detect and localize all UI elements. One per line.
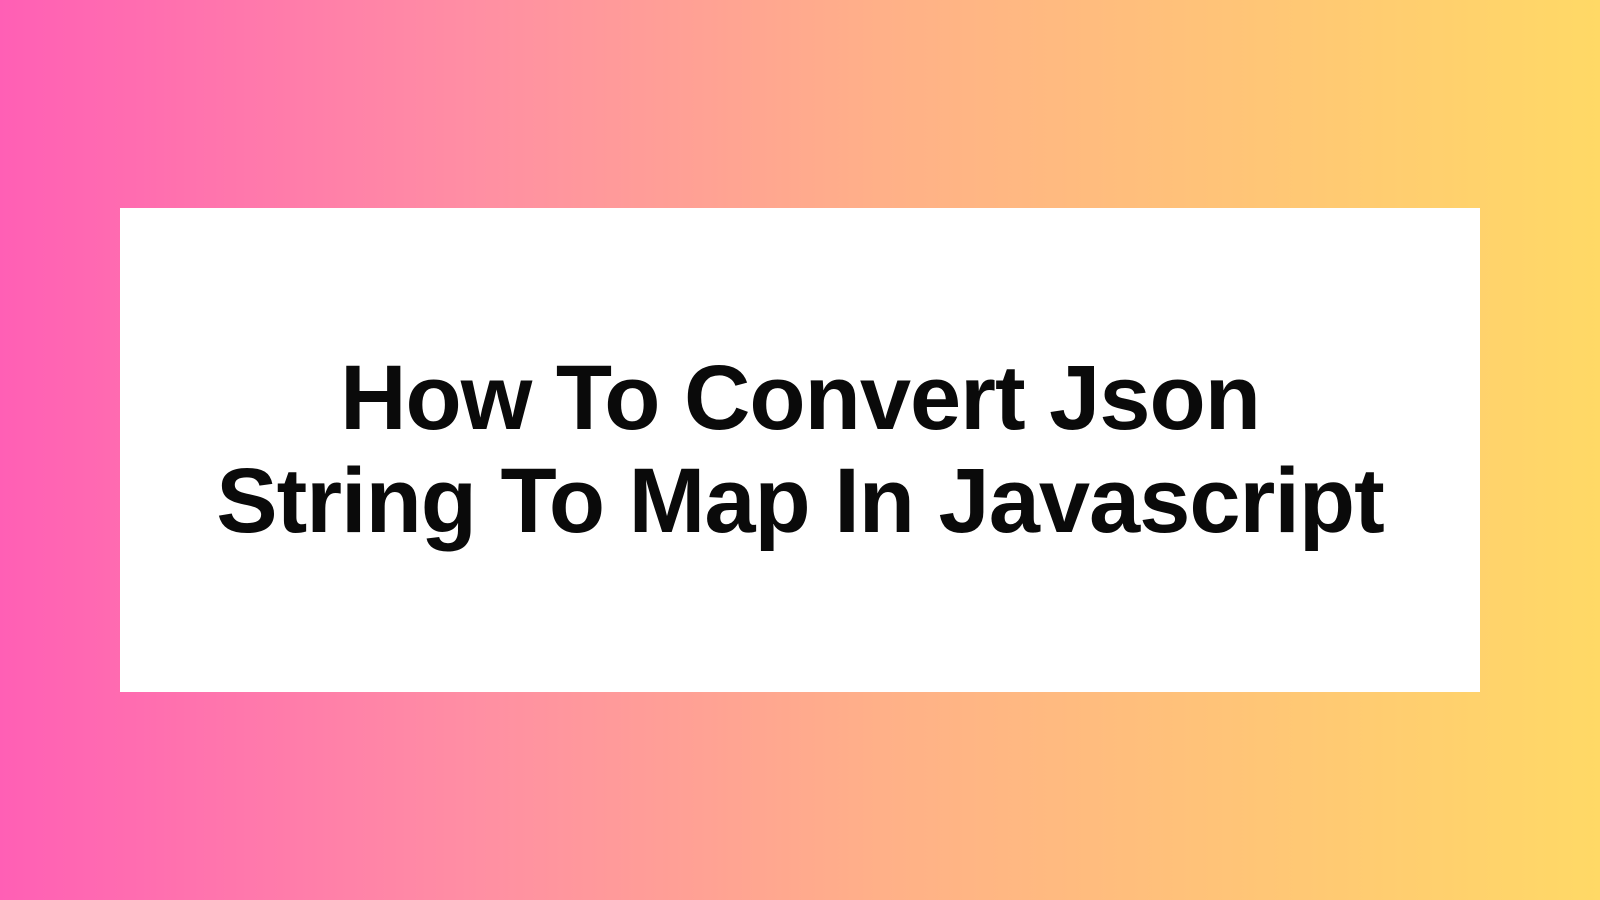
title-card: How To Convert Json String To Map In Jav… [120, 208, 1480, 692]
page-title: How To Convert Json String To Map In Jav… [200, 347, 1400, 553]
